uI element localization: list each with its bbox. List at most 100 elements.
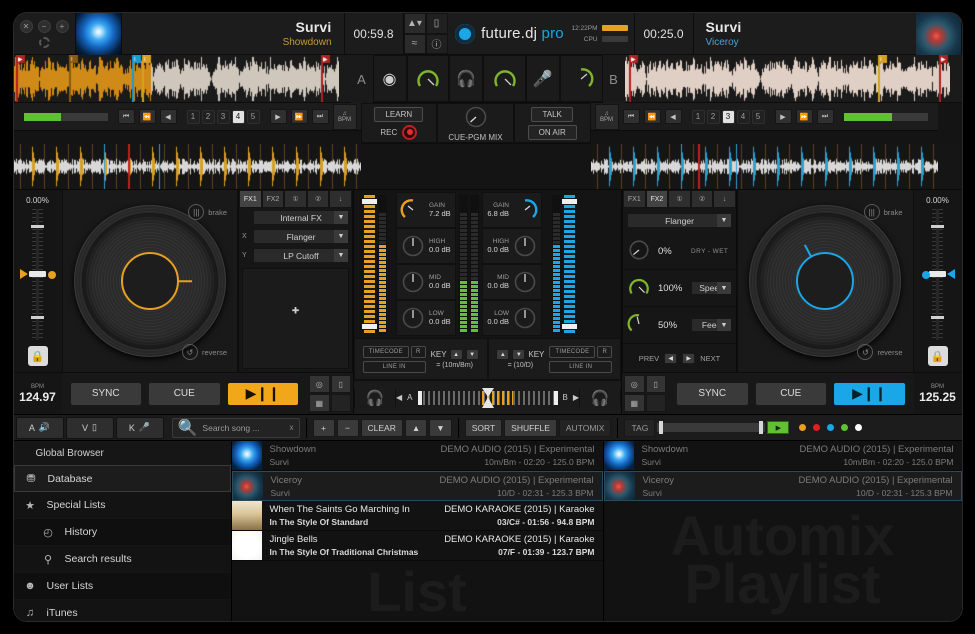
search-input[interactable]: 🔍 Search song ... x <box>172 418 300 438</box>
deck-b-timecode-button[interactable]: TIMECODE <box>549 346 595 358</box>
deck-a-fx1-tab[interactable]: FX1 <box>239 190 262 208</box>
deck-b-fx-slot1[interactable]: ① <box>668 190 691 208</box>
deck-b-param1-row[interactable]: 100% Speed ▼ <box>623 270 736 307</box>
crossfader[interactable]: ◀ A B ▶ <box>396 391 579 405</box>
add-button[interactable]: + <box>313 419 335 437</box>
deck-a-fx-download-icon[interactable]: ↓ <box>329 190 352 208</box>
deck-b-fx2-tab[interactable]: FX2 <box>646 190 669 208</box>
deck-b-fx-download-icon[interactable]: ↓ <box>713 190 736 208</box>
settings-icon[interactable] <box>39 37 50 48</box>
deck-a-jog-wheel[interactable]: ||| brake ↺ reverse <box>62 190 239 372</box>
crossfader-a-arrow-icon[interactable]: ◀ <box>396 393 402 402</box>
deck-a-end-button[interactable]: ⏭ <box>312 109 329 124</box>
color-dot-1[interactable] <box>813 424 820 431</box>
search-clear-button[interactable]: x <box>290 423 294 432</box>
deck-a-fx-slot2[interactable]: ② <box>307 190 330 208</box>
deck-b-pitch-fader[interactable]: 0.00% 🔒 <box>914 190 962 372</box>
deck-b-fx-next-button[interactable]: ▶ <box>682 353 695 364</box>
deck-a-step-back-button[interactable]: ◀ <box>160 109 177 124</box>
deck-b-fx-effect-select[interactable]: Flanger ▼ <box>627 213 732 228</box>
deck-b-step-back-button[interactable]: ◀ <box>665 109 682 124</box>
mixer-view-icon[interactable]: ▲▾ <box>404 13 426 34</box>
deck-b-hotcue-mode-icon[interactable]: ◎ <box>624 375 645 393</box>
deck-b-step-fwd-button[interactable]: ▶ <box>775 109 792 124</box>
deck-a-timecode-button[interactable]: TIMECODE <box>363 346 409 358</box>
deck-b-play-button[interactable]: ▶❙❙ <box>833 382 906 406</box>
talk-button[interactable]: TALK <box>531 107 572 122</box>
crossfader-track[interactable] <box>418 391 558 405</box>
info-icon[interactable]: ⓘ <box>426 34 448 55</box>
deck-b-param2-select[interactable]: Feed ▼ <box>691 318 732 332</box>
loop-number-2[interactable]: 2 <box>707 110 720 124</box>
shuffle-button[interactable]: SHUFFLE <box>504 419 557 437</box>
deck-a-sync-button[interactable]: SYNC <box>70 382 143 406</box>
microphone-icon[interactable]: 🎤 <box>526 55 560 102</box>
deck-a-hotcue-mode-icon[interactable]: ◎ <box>309 375 330 393</box>
deck-a-fastfwd-button[interactable]: ⏩ <box>291 109 308 124</box>
video-filter-button[interactable]: V ▯ <box>66 417 114 439</box>
deck-a-waveform[interactable] <box>14 144 361 189</box>
clear-button[interactable]: CLEAR <box>361 419 403 437</box>
deck-a-volume-fader[interactable] <box>354 192 396 336</box>
tag-play-icon[interactable]: ▶ <box>767 421 789 434</box>
deck-a-fx-slot1[interactable]: ① <box>284 190 307 208</box>
deck-a-fx-y-select[interactable]: LP Cutoff ▼ <box>253 248 349 263</box>
deck-a-key-down-button[interactable]: ▼ <box>466 349 479 360</box>
loop-number-5[interactable]: 5 <box>752 110 765 124</box>
deck-a-low-cell[interactable]: LOW 0.0 dB <box>396 300 456 336</box>
cue-pgm-mix-knob[interactable] <box>463 104 489 130</box>
deck-a-pitch-fader[interactable]: 0.00% 🔒 <box>14 190 62 372</box>
deck-a-view-mode-icon[interactable]: ▯ <box>331 375 352 393</box>
deck-b-start-button[interactable]: ⏮ <box>623 109 640 124</box>
deck-a-line-in-button[interactable]: LINE IN <box>363 361 426 373</box>
sidebar-item-user-lists[interactable]: ☻User Lists <box>14 573 231 600</box>
remove-button[interactable]: − <box>337 419 359 437</box>
deck-b-volume-fader[interactable] <box>542 192 584 336</box>
crossfader-handle[interactable] <box>481 387 495 409</box>
loop-number-4[interactable]: 4 <box>232 110 245 124</box>
deck-a-overview[interactable] <box>14 55 351 103</box>
track-row[interactable]: ViceroyDEMO AUDIO (2015) | ExperimentalS… <box>232 471 603 501</box>
deck-a-reverse-icon[interactable]: ↺ <box>182 344 198 360</box>
deck-b-view-mode-icon[interactable]: ▯ <box>646 375 667 393</box>
deck-b-pad-mode-buttons[interactable]: ◎ ▯ ▦ <box>622 373 668 414</box>
deck-b-drywet-row[interactable]: 0% DRY - WET <box>623 233 736 270</box>
deck-a-key-up-button[interactable]: ▲ <box>450 349 463 360</box>
deck-b-fx-slot2[interactable]: ② <box>691 190 714 208</box>
color-dot-2[interactable] <box>827 424 834 431</box>
sort-button[interactable]: SORT <box>465 419 502 437</box>
deck-b-extra-mode-icon[interactable] <box>646 394 667 412</box>
sidebar-item-database[interactable]: ⛃Database <box>14 465 231 492</box>
deck-b-pitch-lock-button[interactable]: 🔒 <box>928 346 948 366</box>
mic-volume-knob[interactable] <box>560 55 603 102</box>
deck-b-param2-row[interactable]: 50% Feed ▼ <box>623 307 736 344</box>
on-air-button[interactable]: ON AIR <box>528 125 577 140</box>
speaker-icon[interactable]: ◉ <box>373 55 407 102</box>
deck-b-key-down-button[interactable]: ▼ <box>512 349 525 360</box>
deck-b-fx-prev-button[interactable]: ◀ <box>664 353 677 364</box>
deck-b-cue-headphone-button[interactable]: 🎧 <box>579 389 621 407</box>
deck-a-gain-cell[interactable]: GAIN 7.2 dB <box>396 192 456 228</box>
deck-b-reverse-icon[interactable]: ↺ <box>857 344 873 360</box>
audio-filter-button[interactable]: A 🔊 <box>16 417 64 439</box>
deck-b-fx1-tab[interactable]: FX1 <box>623 190 646 208</box>
track-row[interactable]: ViceroyDEMO AUDIO (2015) | ExperimentalS… <box>604 471 962 501</box>
headphone-icon[interactable]: 🎧 <box>449 55 483 102</box>
deck-a-cue-headphone-button[interactable]: 🎧 <box>354 389 396 407</box>
color-dot-3[interactable] <box>841 424 848 431</box>
deck-b-param1-select[interactable]: Speed ▼ <box>691 281 732 295</box>
sidebar-item-special-lists[interactable]: ★Special Lists <box>14 492 231 519</box>
deck-a-loop-numbers[interactable]: 12345 <box>187 110 260 124</box>
deck-b-low-cell[interactable]: LOW 0.0 dB <box>482 300 542 336</box>
loop-number-5[interactable]: 5 <box>247 110 260 124</box>
deck-b-sampler-mode-icon[interactable]: ▦ <box>624 394 645 412</box>
maximize-icon[interactable]: + <box>56 20 69 33</box>
rec-button[interactable] <box>402 125 417 140</box>
deck-a-pad-mode-buttons[interactable]: ◎ ▯ ▦ <box>307 373 353 414</box>
loop-number-3[interactable]: 3 <box>217 110 230 124</box>
deck-b-fx-tabs[interactable]: FX1 FX2 ① ② ↓ <box>623 190 736 208</box>
headphone-volume-knob[interactable] <box>483 55 526 102</box>
deck-b-bpm-tap-button[interactable]: ♫BPM <box>595 104 619 130</box>
deck-a-fader-track[interactable] <box>364 195 375 333</box>
deck-a-fx-x-select[interactable]: Flanger ▼ <box>253 229 349 244</box>
